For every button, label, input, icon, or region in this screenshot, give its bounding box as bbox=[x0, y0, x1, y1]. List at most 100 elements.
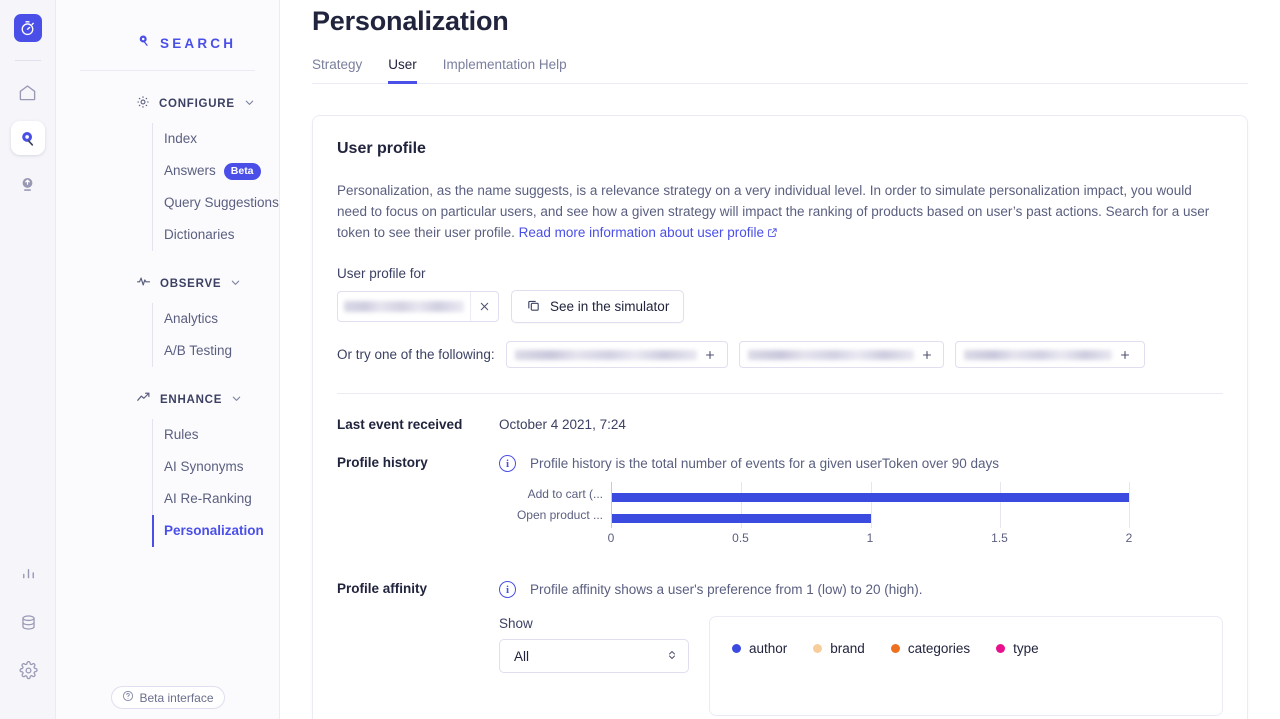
sidebar-item-label: Rules bbox=[164, 427, 199, 442]
copy-icon bbox=[526, 298, 541, 316]
pulse-icon bbox=[136, 274, 151, 294]
profile-affinity-hint-text: Profile affinity shows a user's preferen… bbox=[530, 582, 923, 597]
legend-item-type[interactable]: type bbox=[996, 641, 1039, 656]
user-token-value-redacted bbox=[344, 301, 464, 312]
rail-item-home[interactable] bbox=[11, 75, 45, 109]
suggested-token-value-redacted bbox=[514, 349, 697, 360]
chart-x-axis: 0 0.5 1 1.5 2 bbox=[608, 528, 1133, 548]
sidebar-item-dictionaries[interactable]: Dictionaries bbox=[152, 219, 279, 251]
user-profile-card: User profile Personalization, as the nam… bbox=[312, 115, 1248, 719]
sidebar-item-query-suggestions[interactable]: Query Suggestions bbox=[152, 187, 279, 219]
sidebar-item-ab-testing[interactable]: A/B Testing bbox=[152, 335, 279, 367]
see-in-simulator-button[interactable]: See in the simulator bbox=[511, 290, 685, 323]
see-in-simulator-label: See in the simulator bbox=[550, 299, 670, 314]
card-description: Personalization, as the name suggests, i… bbox=[337, 180, 1217, 244]
nav-sublist-enhance: Rules AI Synonyms AI Re-Ranking Personal… bbox=[152, 419, 279, 547]
suggested-tokens-row: Or try one of the following: bbox=[337, 341, 1223, 368]
sidebar-item-label: Answers bbox=[164, 163, 216, 178]
nav-group-title: CONFIGURE bbox=[159, 98, 235, 110]
sidebar-item-label: Index bbox=[164, 131, 198, 146]
tab-implementation-help[interactable]: Implementation Help bbox=[443, 57, 567, 84]
trending-up-icon bbox=[136, 390, 151, 410]
legend-label: type bbox=[1013, 641, 1039, 656]
plus-icon[interactable] bbox=[914, 342, 940, 367]
legend-item-brand[interactable]: brand bbox=[813, 641, 865, 656]
profile-history-hint: i Profile history is the total number of… bbox=[499, 455, 999, 472]
nav-group-observe: OBSERVE Analytics A/B Testing bbox=[56, 273, 279, 367]
suggested-token-chip[interactable] bbox=[738, 341, 944, 368]
sidebar-item-ai-re-ranking[interactable]: AI Re-Ranking bbox=[152, 483, 279, 515]
algolia-logo-icon[interactable] bbox=[13, 14, 42, 42]
sidebar-footer: Beta interface bbox=[56, 686, 280, 709]
chart-y-axis-labels: Add to cart (... Open product ... bbox=[499, 482, 603, 528]
profile-history-chart: Add to cart (... Open product ... 0 0.5 … bbox=[499, 482, 1133, 548]
sidebar-item-label: Dictionaries bbox=[164, 227, 235, 242]
nav-group-header-observe[interactable]: OBSERVE bbox=[56, 273, 279, 295]
read-more-link[interactable]: Read more information about user profile bbox=[519, 225, 764, 240]
page-title: Personalization bbox=[312, 6, 509, 36]
legend-item-author[interactable]: author bbox=[732, 641, 787, 656]
app-root: SEARCH CONFIGURE Index Answers Beta Quer… bbox=[0, 0, 1280, 719]
chart-bar[interactable] bbox=[612, 514, 871, 523]
rail-item-recommend[interactable] bbox=[11, 167, 45, 201]
nav-group-header-enhance[interactable]: ENHANCE bbox=[56, 389, 279, 411]
chevron-down-icon[interactable] bbox=[231, 391, 242, 409]
rail-item-settings[interactable] bbox=[11, 653, 45, 687]
last-event-value: October 4 2021, 7:24 bbox=[499, 417, 626, 432]
chevron-down-icon[interactable] bbox=[230, 275, 241, 293]
rail-item-data-sources[interactable] bbox=[11, 605, 45, 639]
sidebar-item-rules[interactable]: Rules bbox=[152, 419, 279, 451]
chevron-up-down-icon[interactable] bbox=[666, 648, 678, 665]
rail-item-search[interactable] bbox=[10, 121, 45, 155]
sidebar-item-index[interactable]: Index bbox=[152, 123, 279, 155]
beta-interface-chip[interactable]: Beta interface bbox=[111, 686, 225, 709]
external-link-icon[interactable] bbox=[767, 223, 778, 244]
rail-item-analytics[interactable] bbox=[11, 557, 45, 591]
legend-color-dot bbox=[813, 644, 823, 653]
profile-history-row: Profile history i Profile history is the… bbox=[337, 455, 1223, 472]
chart-plot-area: Add to cart (... Open product ... bbox=[499, 482, 1130, 528]
user-token-input[interactable] bbox=[337, 291, 499, 322]
plus-icon[interactable] bbox=[697, 342, 723, 367]
chart-bars bbox=[611, 482, 1130, 528]
tab-bar: Strategy User Implementation Help bbox=[312, 57, 1248, 84]
chart-category-label: Add to cart (... bbox=[527, 487, 603, 501]
profile-affinity-label: Profile affinity bbox=[337, 581, 428, 596]
search-pin-icon bbox=[136, 33, 151, 53]
chart-bar[interactable] bbox=[612, 493, 1129, 502]
profile-history-label: Profile history bbox=[337, 455, 428, 470]
sidebar-divider bbox=[80, 70, 255, 71]
sidebar-brand: SEARCH bbox=[56, 0, 279, 62]
sidebar-item-analytics[interactable]: Analytics bbox=[152, 303, 279, 335]
legend-label: brand bbox=[830, 641, 865, 656]
suggested-token-chip[interactable] bbox=[505, 341, 728, 368]
legend-color-dot bbox=[890, 644, 900, 653]
affinity-chart-panel: author brand categories type bbox=[709, 616, 1223, 716]
user-token-row: See in the simulator bbox=[337, 290, 1223, 323]
sidebar-item-label: Analytics bbox=[164, 311, 219, 326]
sidebar: SEARCH CONFIGURE Index Answers Beta Quer… bbox=[56, 0, 280, 719]
sidebar-item-ai-synonyms[interactable]: AI Synonyms bbox=[152, 451, 279, 483]
plus-icon[interactable] bbox=[1112, 342, 1138, 367]
tab-user[interactable]: User bbox=[388, 57, 417, 84]
card-title: User profile bbox=[337, 140, 426, 157]
nav-group-enhance: ENHANCE Rules AI Synonyms AI Re-Ranking … bbox=[56, 389, 279, 547]
nav-group-header-configure[interactable]: CONFIGURE bbox=[56, 93, 279, 115]
show-select[interactable]: All bbox=[499, 639, 689, 673]
affinity-legend: author brand categories type bbox=[732, 641, 1200, 656]
sidebar-item-personalization[interactable]: Personalization bbox=[152, 515, 279, 547]
info-icon[interactable]: i bbox=[499, 581, 516, 598]
suggested-token-chip[interactable] bbox=[954, 341, 1145, 368]
legend-color-dot bbox=[732, 644, 741, 653]
beta-interface-label: Beta interface bbox=[139, 690, 214, 705]
tab-strategy[interactable]: Strategy bbox=[312, 57, 362, 84]
sidebar-item-label: A/B Testing bbox=[164, 343, 233, 358]
beta-badge: Beta bbox=[223, 162, 261, 180]
sidebar-item-label: AI Synonyms bbox=[164, 459, 244, 474]
suggested-token-value-redacted bbox=[963, 349, 1112, 360]
legend-item-categories[interactable]: categories bbox=[890, 641, 970, 656]
sidebar-item-answers[interactable]: Answers Beta bbox=[152, 155, 279, 187]
close-icon[interactable] bbox=[470, 292, 498, 321]
chevron-down-icon[interactable] bbox=[244, 95, 255, 113]
info-icon[interactable]: i bbox=[499, 455, 516, 472]
